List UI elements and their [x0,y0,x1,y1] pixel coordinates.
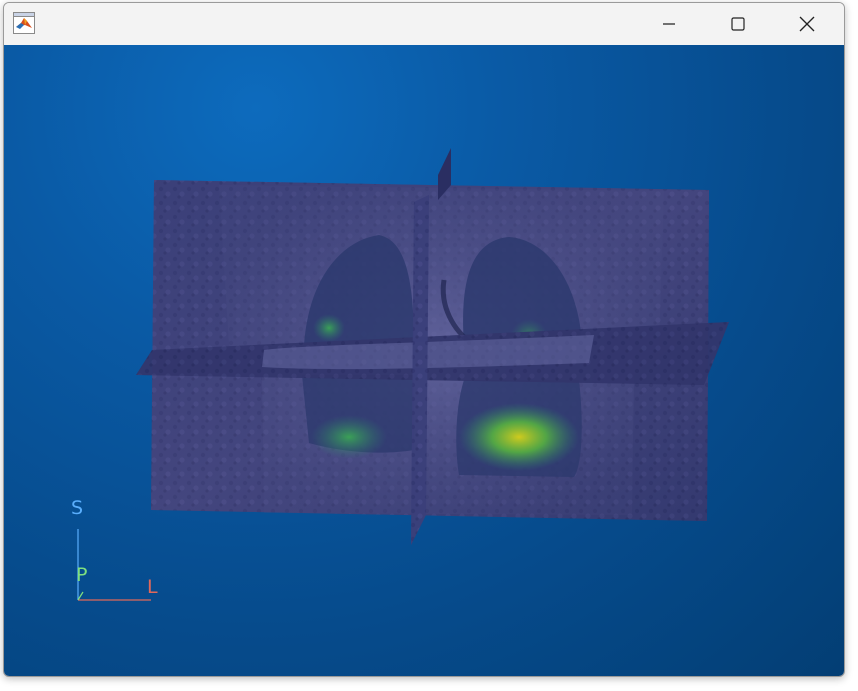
volume-scene[interactable] [4,45,844,676]
axis-label-posterior: P [76,564,88,586]
minimize-icon [663,23,675,25]
axis-label-superior: S [71,497,84,519]
axis-label-left: L [147,576,158,598]
maximize-button[interactable] [715,3,761,45]
posterior-axis-line [77,591,84,601]
minimize-button[interactable] [646,3,692,45]
close-icon [799,16,815,32]
figure-window: S P L [3,2,845,677]
close-button[interactable] [784,3,830,45]
orientation-axes [77,529,151,601]
maximize-icon [731,17,745,31]
3d-viewport[interactable]: S P L [4,45,844,676]
title-bar[interactable] [4,3,844,45]
matlab-app-icon [13,12,35,34]
